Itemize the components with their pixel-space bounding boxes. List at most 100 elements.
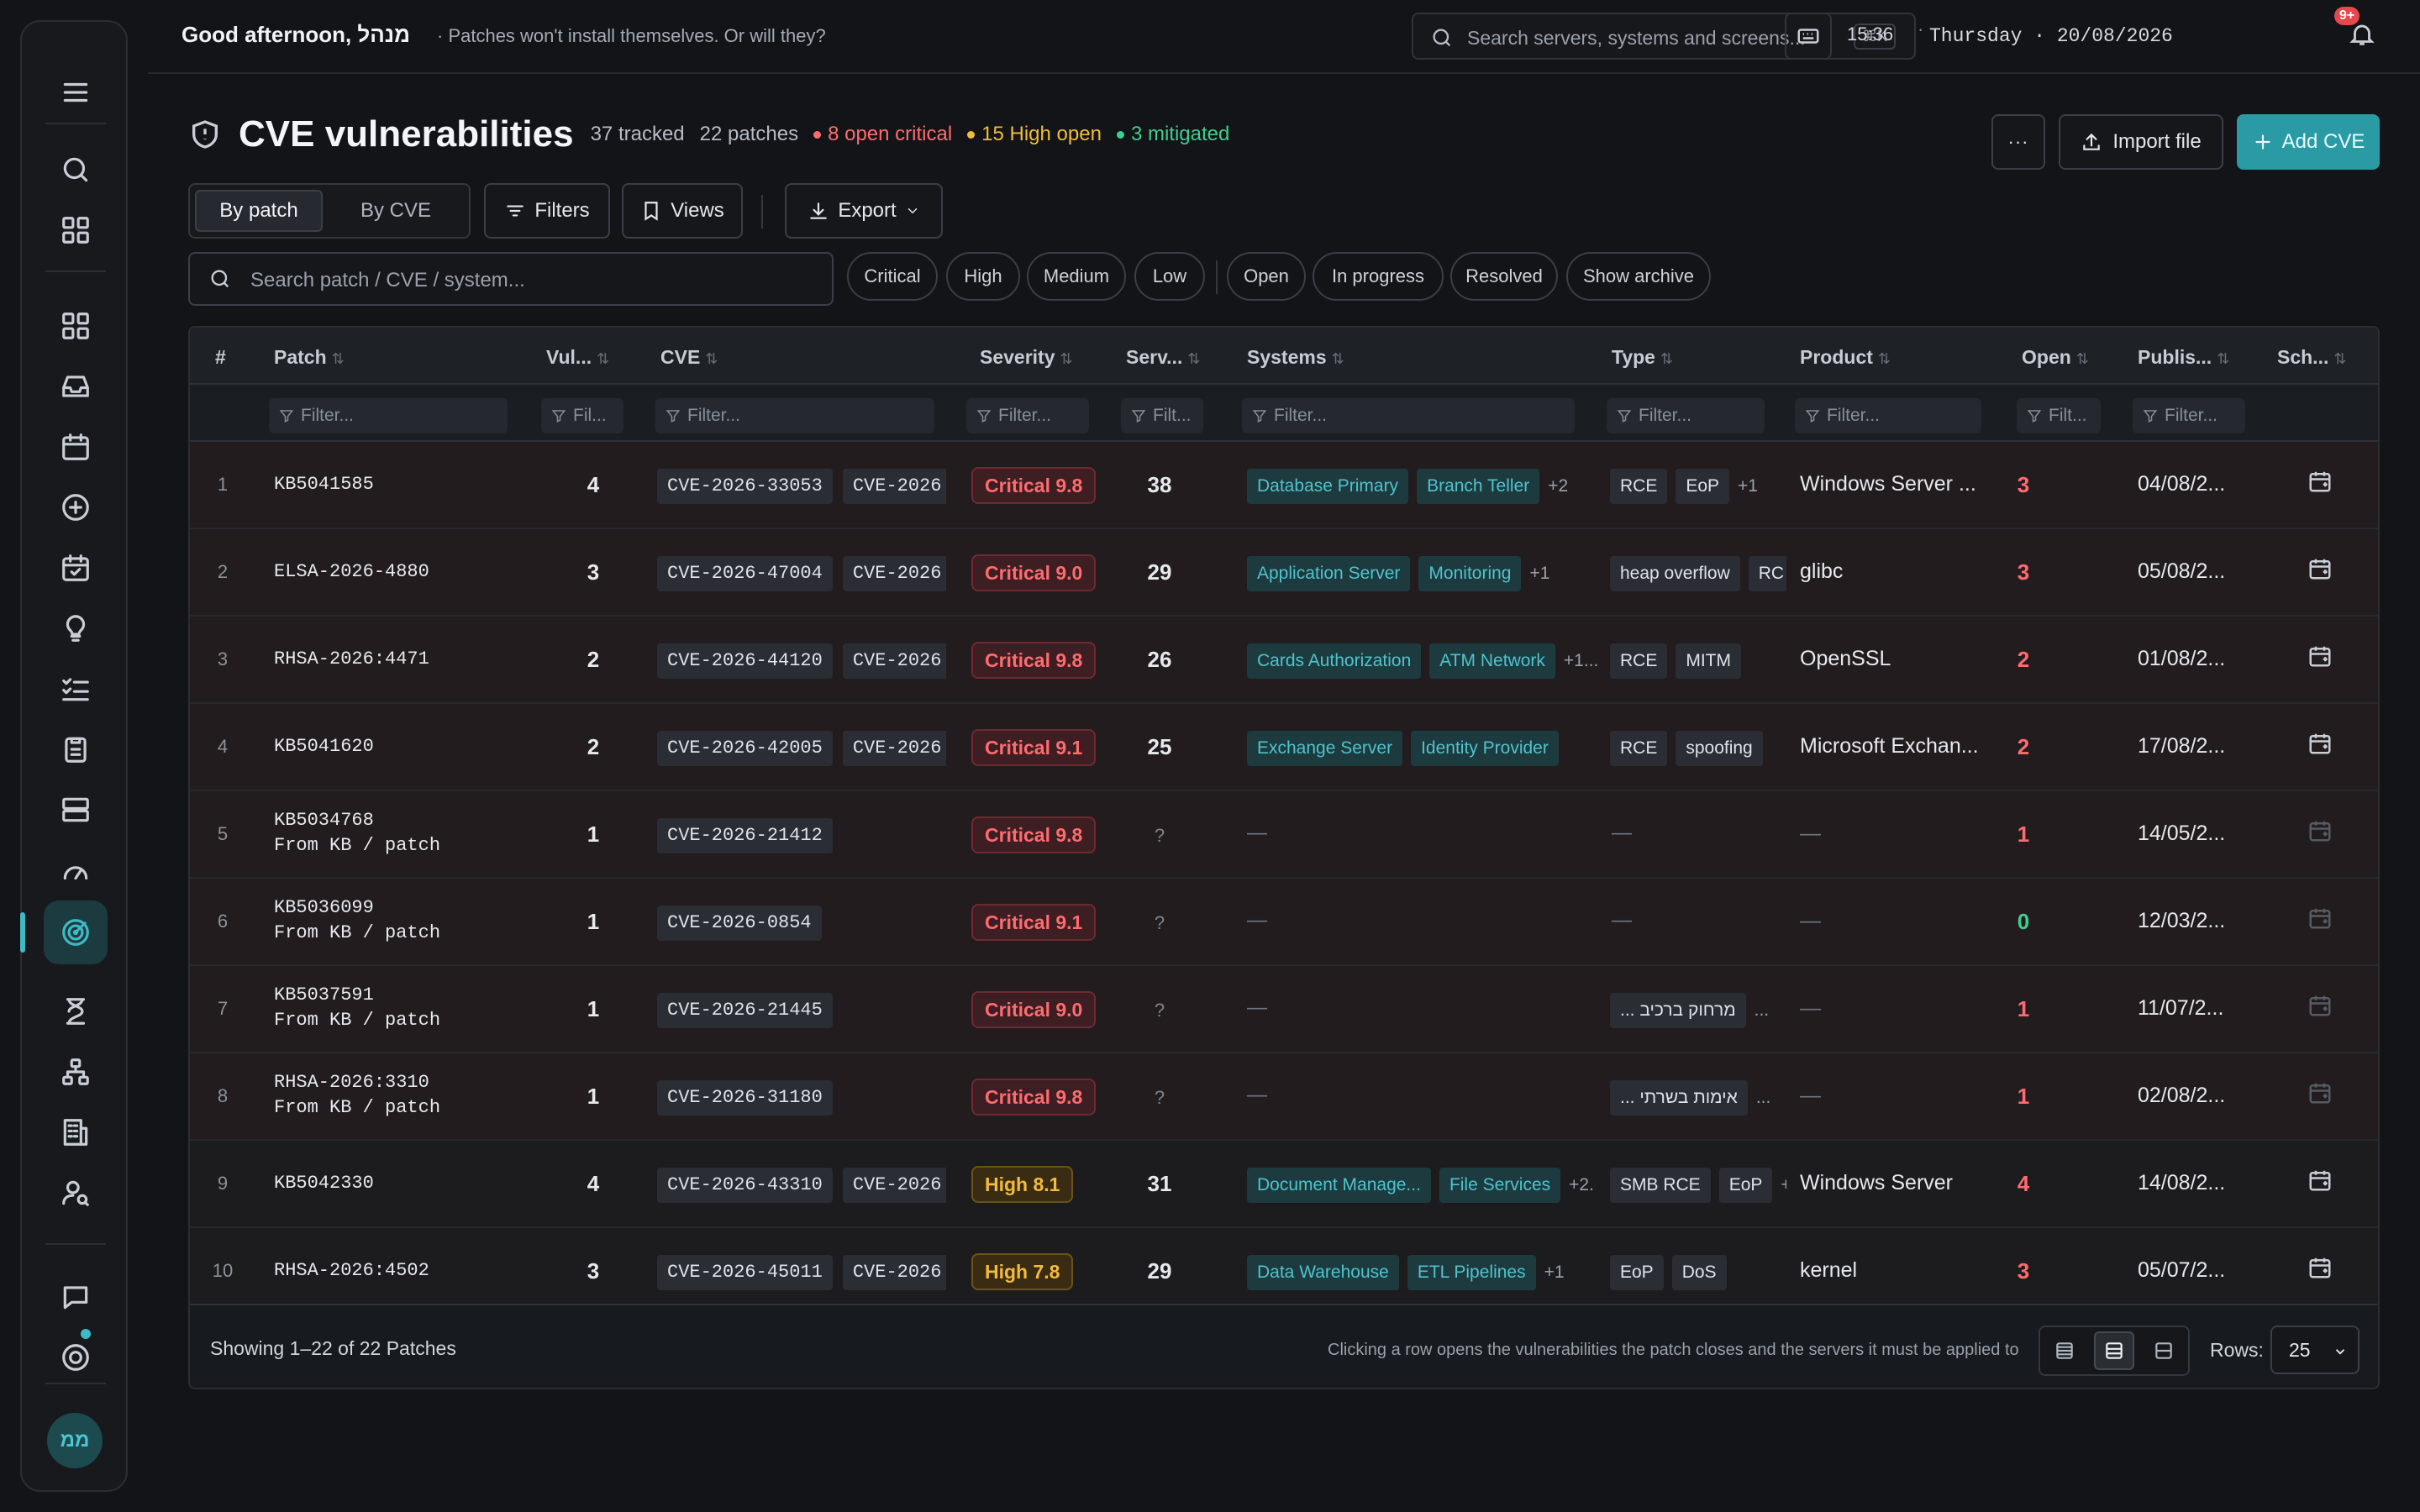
filter-vulnerabilities[interactable]: Fil... <box>541 398 623 433</box>
col-servers[interactable]: Serv... ⇅ <box>1126 346 1200 369</box>
system-tag[interactable]: Database Primary <box>1247 469 1409 504</box>
filter-published[interactable]: Filter... <box>2133 398 2245 433</box>
keyboard-toggle-button[interactable] <box>1785 13 1832 60</box>
cve-tag[interactable]: CVE-2026-47004 <box>657 556 833 591</box>
system-tag[interactable]: Branch Teller <box>1417 469 1540 504</box>
density-normal-button[interactable] <box>2093 1331 2134 1370</box>
add-circle-icon[interactable] <box>55 487 96 528</box>
schedule-calendar-icon[interactable] <box>2307 1255 2336 1284</box>
schedule-calendar-icon[interactable] <box>2307 906 2336 934</box>
user-search-icon[interactable] <box>55 1173 96 1213</box>
cve-tag[interactable]: CVE-2026 <box>842 731 946 766</box>
cve-tag[interactable]: CVE-2026-45011 <box>657 1255 833 1290</box>
chip-show-archive[interactable]: Show archive <box>1566 252 1711 301</box>
col-systems[interactable]: Systems ⇅ <box>1247 346 1344 369</box>
cve-tag[interactable]: CVE-2026-43310 <box>657 1168 833 1203</box>
dashboard-icon[interactable] <box>55 306 96 346</box>
view-by-patch-tab[interactable]: By patch <box>195 190 323 232</box>
cve-tag[interactable]: CVE-2026-44120 <box>657 643 833 679</box>
cve-tag[interactable]: CVE-2026-42005 <box>657 731 833 766</box>
chat-icon[interactable] <box>55 1277 96 1317</box>
cve-tag[interactable]: CVE-2026-33053 <box>657 469 833 504</box>
chip-resolved[interactable]: Resolved <box>1450 252 1558 301</box>
table-row[interactable]: 8 RHSA-2026:3310 From KB / patch 1 CVE-2026-… <box>190 1053 2378 1141</box>
building-icon[interactable] <box>55 1112 96 1152</box>
col-schedule[interactable]: Sch... ⇅ <box>2277 346 2346 369</box>
schedule-calendar-icon[interactable] <box>2307 1080 2336 1109</box>
hourglass-icon[interactable] <box>55 991 96 1032</box>
views-button[interactable]: Views <box>622 183 743 239</box>
schedule-calendar-icon[interactable] <box>2307 556 2336 585</box>
table-row[interactable]: 10 RHSA-2026:4502 3 CVE-2026-45011 CVE-2026 H… <box>190 1228 2378 1315</box>
schedule-calendar-icon[interactable] <box>2307 818 2336 847</box>
chip-low[interactable]: Low <box>1134 252 1205 301</box>
filter-open[interactable]: Filt... <box>2017 398 2101 433</box>
add-cve-button[interactable]: Add CVE <box>2237 114 2380 170</box>
filters-button[interactable]: Filters <box>484 183 610 239</box>
rows-per-page-select[interactable]: 25 <box>2270 1326 2360 1374</box>
col-published[interactable]: Publis... ⇅ <box>2138 346 2229 369</box>
table-row[interactable]: 2 ELSA-2026-4880 3 CVE-2026-47004 CVE-2026 Cr… <box>190 529 2378 617</box>
cve-tag[interactable]: CVE-2026-21412 <box>657 818 833 853</box>
chip-critical[interactable]: Critical <box>847 252 938 301</box>
cve-tag[interactable]: CVE-2026-0854 <box>657 906 822 941</box>
cve-tag[interactable]: CVE-2026-31180 <box>657 1080 833 1116</box>
col-product[interactable]: Product ⇅ <box>1800 346 1891 369</box>
system-tag[interactable]: Identity Provider <box>1411 731 1559 766</box>
system-tag[interactable]: Data Warehouse <box>1247 1255 1399 1290</box>
table-row[interactable]: 3 RHSA-2026:4471 2 CVE-2026-44120 CVE-2026 Cr… <box>190 617 2378 704</box>
stat-open-critical[interactable]: 8 open critical <box>813 123 952 146</box>
calendar-check-icon[interactable] <box>55 548 96 588</box>
chip-open[interactable]: Open <box>1227 252 1306 301</box>
filter-type[interactable]: Filter... <box>1607 398 1765 433</box>
filter-product[interactable]: Filter... <box>1795 398 1981 433</box>
table-row[interactable]: 1 KB5041585 4 CVE-2026-33053 CVE-2026 Critica… <box>190 442 2378 529</box>
system-tag[interactable]: Cards Authorization <box>1247 643 1422 679</box>
system-tag[interactable]: Document Manage... <box>1247 1168 1431 1203</box>
menu-icon[interactable] <box>55 72 96 113</box>
schedule-calendar-icon[interactable] <box>2307 731 2336 759</box>
schedule-calendar-icon[interactable] <box>2307 1168 2336 1196</box>
checklist-icon[interactable] <box>55 669 96 709</box>
support-icon[interactable] <box>55 1337 96 1378</box>
table-row[interactable]: 5 KB5034768 From KB / patch 1 CVE-2026-21412… <box>190 791 2378 879</box>
schedule-calendar-icon[interactable] <box>2307 993 2336 1021</box>
density-comfortable-button[interactable] <box>2144 1331 2184 1370</box>
col-severity[interactable]: Severity ⇅ <box>980 346 1073 369</box>
schedule-calendar-icon[interactable] <box>2307 469 2336 497</box>
calendar-icon[interactable] <box>55 427 96 467</box>
system-tag[interactable]: File Services <box>1439 1168 1561 1203</box>
col-cve[interactable]: CVE ⇅ <box>660 346 718 369</box>
avatar[interactable]: ממ <box>47 1413 103 1468</box>
table-row[interactable]: 9 KB5042330 4 CVE-2026-43310 CVE-2026 High 8.… <box>190 1141 2378 1228</box>
col-vulnerabilities[interactable]: Vul... ⇅ <box>546 346 609 369</box>
filter-severity[interactable]: Filter... <box>966 398 1089 433</box>
schedule-calendar-icon[interactable] <box>2307 643 2336 672</box>
col-open[interactable]: Open ⇅ <box>2022 346 2089 369</box>
system-tag[interactable]: ETL Pipelines <box>1407 1255 1536 1290</box>
col-patch[interactable]: Patch ⇅ <box>274 346 345 369</box>
inbox-icon[interactable] <box>55 366 96 407</box>
stat-mitigated[interactable]: 3 mitigated <box>1116 123 1229 146</box>
cve-tag[interactable]: CVE-2026 <box>842 1255 946 1290</box>
cve-tag[interactable]: CVE-2026 <box>842 556 946 591</box>
import-file-button[interactable]: Import file <box>2059 114 2223 170</box>
system-tag[interactable]: ATM Network <box>1429 643 1555 679</box>
filter-systems[interactable]: Filter... <box>1242 398 1575 433</box>
table-search-input[interactable]: Search patch / CVE / system... <box>188 252 834 306</box>
density-compact-button[interactable] <box>2044 1331 2085 1370</box>
table-row[interactable]: 7 KB5037591 From KB / patch 1 CVE-2026-21445… <box>190 966 2378 1053</box>
gauge-icon[interactable] <box>55 850 96 890</box>
server-icon[interactable] <box>55 790 96 830</box>
cve-tag[interactable]: CVE-2026 <box>842 469 946 504</box>
export-button[interactable]: Export <box>785 183 943 239</box>
filter-servers[interactable]: Filt... <box>1121 398 1203 433</box>
search-icon[interactable] <box>55 150 96 190</box>
global-search-input[interactable]: Search servers, systems and screens... ⌘… <box>1412 13 1916 60</box>
lightbulb-icon[interactable] <box>55 608 96 648</box>
view-by-cve-tab[interactable]: By CVE <box>329 190 462 232</box>
cve-tag[interactable]: CVE-2026 <box>842 643 946 679</box>
table-row[interactable]: 4 KB5041620 2 CVE-2026-42005 CVE-2026 Critica… <box>190 704 2378 791</box>
system-tag[interactable]: Application Server <box>1247 556 1411 591</box>
clipboard-icon[interactable] <box>55 729 96 769</box>
